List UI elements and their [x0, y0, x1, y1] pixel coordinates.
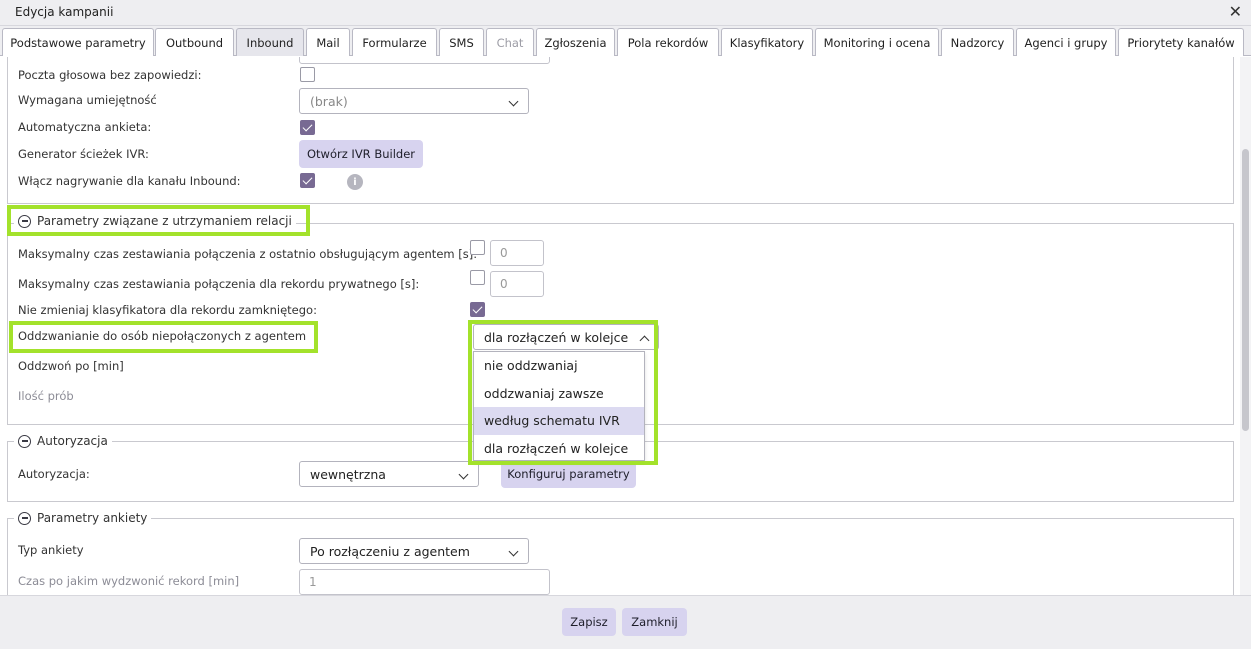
vertical-scrollbar[interactable]: [1240, 57, 1251, 595]
authorization-legend-text: Autoryzacja: [37, 434, 108, 448]
voicemail-label: Poczta głosowa bez zapowiedzi:: [18, 68, 202, 82]
minus-circle-icon[interactable]: [18, 434, 31, 448]
survey-type-value: Po rozłączeniu z agentem: [310, 543, 470, 559]
save-button[interactable]: Zapisz: [562, 608, 616, 636]
authorization-select-value: wewnętrzna: [310, 466, 386, 482]
survey-type-label: Typ ankiety: [18, 543, 84, 557]
tab-priorytety-kanalow[interactable]: Priorytety kanałów: [1118, 28, 1244, 56]
callback-dropdown-list: nie oddzwaniaj oddzwaniaj zawsze według …: [473, 351, 645, 461]
close-button[interactable]: Zamknij: [622, 608, 687, 636]
relations-legend[interactable]: Parametry związane z utrzymaniem relacji: [14, 211, 296, 231]
tab-klasyfikatory[interactable]: Klasyfikatory: [721, 28, 813, 56]
no-change-classifier-label: Nie zmieniaj klasyfikatora dla rekordu z…: [18, 303, 317, 317]
tab-podstawowe-parametry[interactable]: Podstawowe parametry: [2, 28, 154, 56]
minus-circle-icon[interactable]: [18, 214, 31, 228]
scrollbar-thumb[interactable]: [1242, 149, 1249, 431]
callback-option-dla-rozlaczen-w-kolejce[interactable]: dla rozłączeń w kolejce: [474, 435, 644, 463]
tab-zgloszenia[interactable]: Zgłoszenia: [536, 28, 615, 56]
max-last-agent-input[interactable]: 0: [490, 240, 544, 266]
max-last-agent-label: Maksymalny czas zestawiania połączenia z…: [18, 247, 478, 261]
tab-nadzorcy[interactable]: Nadzorcy: [941, 28, 1014, 56]
info-icon[interactable]: i: [347, 174, 363, 190]
chevron-down-icon: [458, 469, 469, 480]
survey-call-time-value: 1: [309, 575, 317, 589]
callback-option-wedlug-schematu-ivr[interactable]: według schematu IVR: [474, 407, 644, 435]
tab-bar: Podstawowe parametry Outbound Inbound Ma…: [0, 26, 1251, 56]
skill-select[interactable]: (brak): [299, 88, 529, 114]
close-icon[interactable]: ✕: [1229, 2, 1242, 21]
survey-call-time-input[interactable]: 1: [299, 569, 550, 595]
auto-survey-checkbox[interactable]: [300, 120, 315, 135]
survey-call-time-label: Czas po jakim wydzwonić rekord [min]: [18, 574, 240, 588]
max-last-agent-checkbox[interactable]: [470, 240, 485, 255]
tab-pola-rekordow[interactable]: Pola rekordów: [617, 28, 719, 56]
callback-after-label: Oddzwoń po [min]: [18, 359, 124, 373]
skill-label: Wymagana umiejętność: [18, 93, 157, 107]
chevron-down-icon: [508, 96, 519, 107]
voicemail-checkbox[interactable]: [300, 67, 315, 82]
tab-monitoring-i-ocena[interactable]: Monitoring i ocena: [815, 28, 939, 56]
tab-agenci-i-grupy[interactable]: Agenci i grupy: [1016, 28, 1116, 56]
recording-label: Włącz nagrywanie dla kanału Inbound:: [18, 174, 241, 188]
survey-legend[interactable]: Parametry ankiety: [14, 508, 152, 528]
callback-select-value: dla rozłączeń w kolejce: [484, 329, 629, 345]
window-titlebar: Edycja kampanii ✕: [0, 0, 1251, 26]
auto-survey-label: Automatyczna ankieta:: [18, 120, 152, 134]
authorization-legend[interactable]: Autoryzacja: [14, 431, 112, 451]
tab-formularze[interactable]: Formularze: [352, 28, 437, 56]
recording-checkbox[interactable]: [300, 173, 315, 188]
window-title: Edycja kampanii: [15, 5, 114, 19]
content-area: Poczta głosowa bez zapowiedzi: Wymagana …: [0, 57, 1240, 595]
configure-parameters-button[interactable]: Konfiguruj parametry: [501, 460, 636, 488]
relations-legend-text: Parametry związane z utrzymaniem relacji: [37, 214, 292, 228]
skill-select-value: (brak): [310, 93, 348, 109]
dialog-footer: Zapisz Zamknij: [0, 595, 1251, 649]
no-change-classifier-checkbox[interactable]: [470, 302, 485, 317]
attempts-label: Ilość prób: [18, 389, 74, 403]
callback-option-oddzwaniaj-zawsze[interactable]: oddzwaniaj zawsze: [474, 380, 644, 408]
max-private-input[interactable]: 0: [490, 271, 544, 297]
tab-outbound[interactable]: Outbound: [155, 28, 234, 56]
survey-type-select[interactable]: Po rozłączeniu z agentem: [299, 538, 529, 564]
tab-mail[interactable]: Mail: [306, 28, 350, 56]
max-last-agent-value: 0: [500, 246, 508, 260]
ivr-label: Generator ścieżek IVR:: [18, 147, 149, 161]
max-private-checkbox[interactable]: [470, 270, 485, 285]
survey-legend-text: Parametry ankiety: [37, 511, 148, 525]
authorization-label: Autoryzacja:: [18, 467, 90, 481]
minus-circle-icon[interactable]: [18, 511, 31, 525]
chevron-up-icon: [639, 335, 650, 346]
tab-sms[interactable]: SMS: [439, 28, 484, 56]
callback-option-nie-oddzwaniaj[interactable]: nie oddzwaniaj: [474, 352, 644, 380]
tab-chat: Chat: [486, 28, 534, 56]
cut-off-field[interactable]: [299, 57, 550, 64]
callback-select[interactable]: dla rozłączeń w kolejce: [473, 324, 659, 350]
max-private-label: Maksymalny czas zestawiania połączenia d…: [18, 277, 420, 291]
tab-inbound[interactable]: Inbound: [236, 28, 304, 56]
callback-label: Oddzwanianie do osób niepołączonych z ag…: [18, 329, 307, 343]
open-ivr-builder-button[interactable]: Otwórz IVR Builder: [299, 140, 423, 168]
chevron-down-icon: [508, 546, 519, 557]
authorization-select[interactable]: wewnętrzna: [299, 461, 479, 487]
max-private-value: 0: [500, 277, 508, 291]
